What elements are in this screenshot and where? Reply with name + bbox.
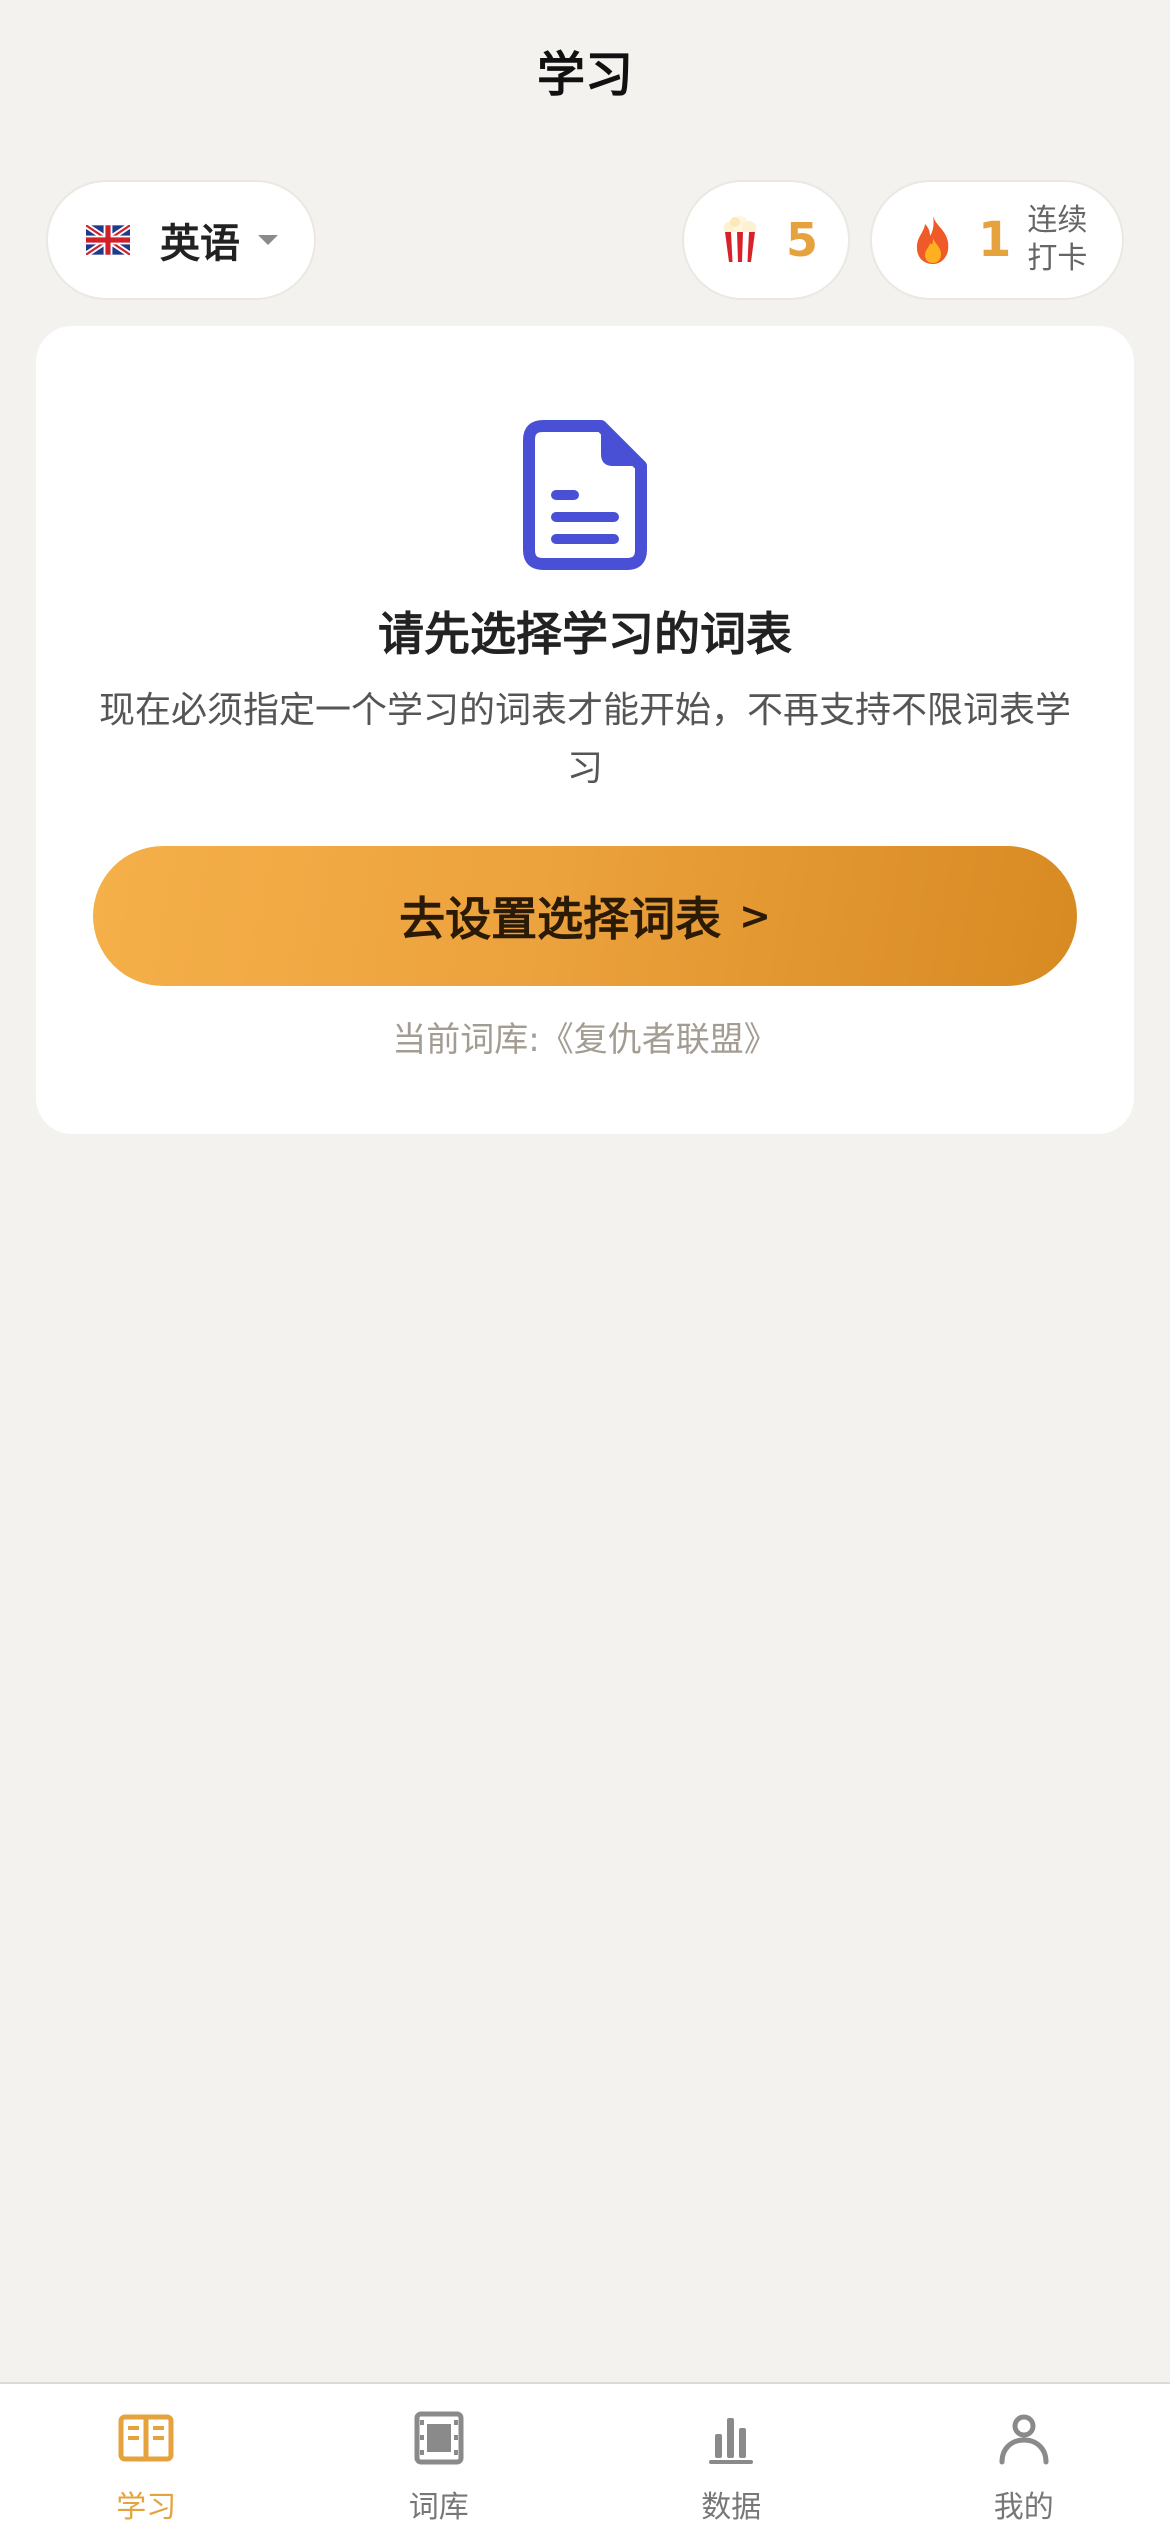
person-icon <box>999 2414 1049 2465</box>
study-screen: 学习 英语 5 1 连续 打卡 请先选择学习的词表 现在必须指定一个学习的词表才… <box>0 0 1170 2532</box>
popcorn-icon <box>724 216 756 262</box>
uk-flag-icon <box>86 225 130 255</box>
wordlist-prompt-card: 请先选择学习的词表 现在必须指定一个学习的词表才能开始，不再支持不限词表学习 去… <box>36 326 1134 1134</box>
card-description: 现在必须指定一个学习的词表才能开始，不再支持不限词表学习 <box>98 690 1071 789</box>
tab-library-label: 词库 <box>408 2490 469 2525</box>
tab-stats[interactable]: 数据 <box>585 2384 878 2532</box>
book-icon <box>118 2414 174 2462</box>
bottom-tab-bar: 学习 词库 数据 我的 <box>0 2382 1170 2532</box>
language-label: 英语 <box>160 221 240 267</box>
streak-label: 连续 打卡 <box>1027 202 1087 278</box>
popcorn-count: 5 <box>786 213 819 267</box>
choose-wordlist-button-label: 去设置选择词表 <box>399 892 722 946</box>
tab-profile-label: 我的 <box>993 2490 1054 2525</box>
bar-chart-icon <box>709 2418 754 2464</box>
tab-study-label: 学习 <box>116 2490 177 2525</box>
streak-label-line1: 连续 <box>1027 203 1088 238</box>
tab-library[interactable]: 词库 <box>293 2384 586 2532</box>
choose-wordlist-button[interactable]: 去设置选择词表 > <box>93 846 1077 986</box>
page-title: 学习 <box>536 47 633 103</box>
popcorn-badge[interactable]: 5 <box>682 180 850 300</box>
document-icon <box>523 420 647 570</box>
nav-header: 学习 <box>0 0 1170 140</box>
tab-profile[interactable]: 我的 <box>878 2384 1170 2532</box>
streak-count: 1 <box>978 212 1012 268</box>
language-selector[interactable]: 英语 <box>46 180 316 300</box>
tab-study[interactable]: 学习 <box>0 2384 293 2532</box>
card-title: 请先选择学习的词表 <box>378 607 792 661</box>
film-icon <box>414 2411 464 2465</box>
streak-badge[interactable]: 1 连续 打卡 <box>870 180 1124 300</box>
streak-label-line2: 打卡 <box>1027 241 1088 276</box>
current-library-text: 当前词库:《复仇者联盟》 <box>392 1020 778 1060</box>
chevron-right-icon: > <box>739 894 771 938</box>
tab-stats-label: 数据 <box>701 2490 762 2525</box>
fire-icon <box>916 216 949 264</box>
chevron-down-icon <box>258 235 278 245</box>
